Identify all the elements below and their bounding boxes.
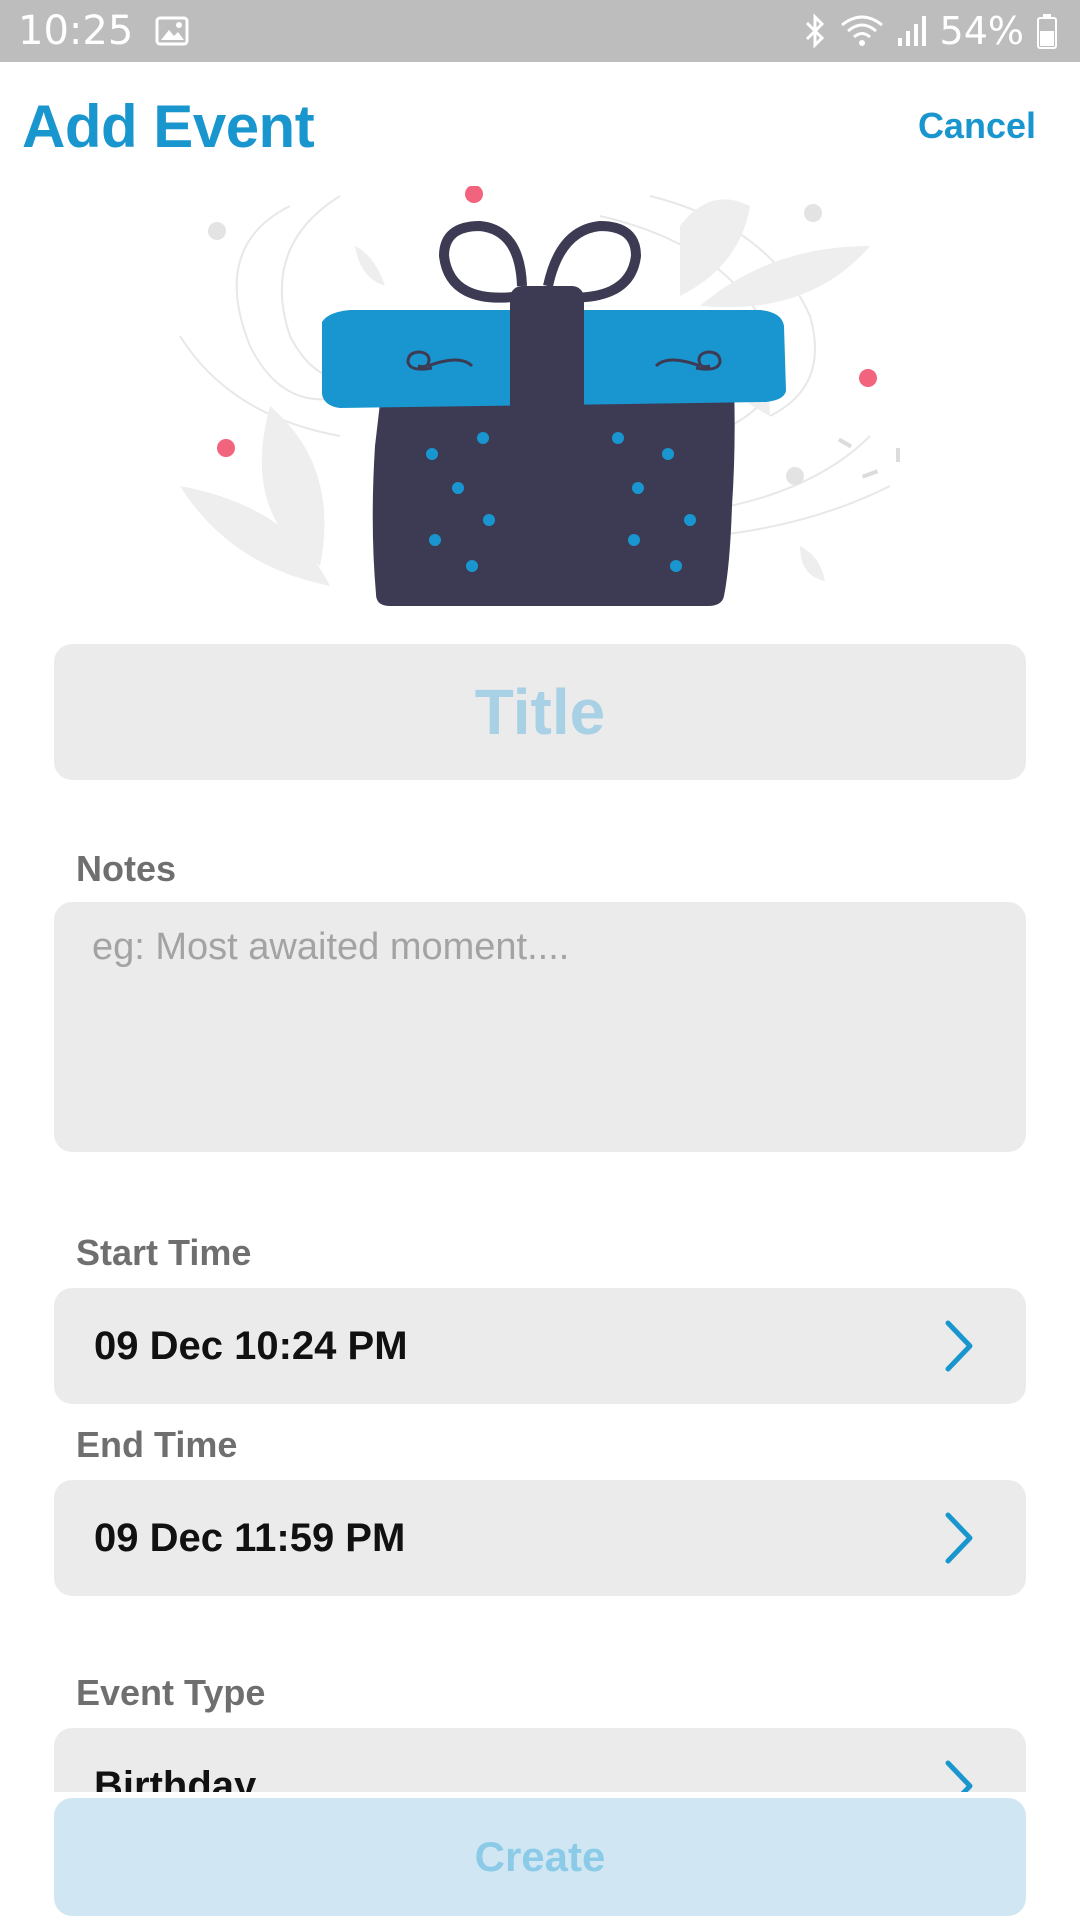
event-type-clip: Birthday bbox=[0, 1728, 1080, 1792]
status-left: 10:25 bbox=[18, 8, 189, 54]
end-time-label: End Time bbox=[76, 1424, 238, 1465]
notes-input[interactable] bbox=[92, 926, 988, 1128]
battery-percent: 54% bbox=[939, 9, 1024, 53]
notes-label: Notes bbox=[76, 848, 177, 889]
end-time-selector[interactable]: 09 Dec 11:59 PM bbox=[54, 1480, 1026, 1596]
event-type-value: Birthday bbox=[94, 1763, 257, 1793]
status-bar: 10:25 54% bbox=[0, 0, 1080, 62]
start-time-selector[interactable]: 09 Dec 10:24 PM bbox=[54, 1288, 1026, 1404]
chevron-right-icon bbox=[945, 1320, 973, 1372]
gift-ribbon bbox=[510, 286, 584, 426]
chevron-right-icon bbox=[945, 1760, 973, 1792]
title-input[interactable] bbox=[54, 644, 1026, 780]
start-time-label: Start Time bbox=[76, 1232, 252, 1273]
header: Add Event Cancel bbox=[0, 62, 1080, 190]
start-time-value: 09 Dec 10:24 PM bbox=[94, 1323, 408, 1368]
image-icon bbox=[155, 16, 189, 46]
notes-field[interactable] bbox=[54, 902, 1026, 1152]
status-right: 54% bbox=[802, 9, 1058, 53]
wifi-icon bbox=[840, 15, 883, 46]
signal-icon bbox=[897, 16, 926, 46]
page-title: Add Event bbox=[22, 92, 315, 160]
title-field[interactable] bbox=[54, 644, 1026, 780]
create-button[interactable]: Create bbox=[54, 1798, 1026, 1916]
chevron-right-icon bbox=[945, 1512, 973, 1564]
event-type-selector[interactable]: Birthday bbox=[54, 1728, 1026, 1792]
event-type-label: Event Type bbox=[76, 1672, 266, 1713]
end-time-value: 09 Dec 11:59 PM bbox=[94, 1515, 406, 1560]
status-time: 10:25 bbox=[18, 8, 134, 54]
battery-icon bbox=[1037, 14, 1057, 49]
gift-illustration bbox=[179, 186, 900, 606]
cancel-button[interactable]: Cancel bbox=[918, 105, 1036, 147]
bluetooth-icon bbox=[805, 13, 824, 49]
